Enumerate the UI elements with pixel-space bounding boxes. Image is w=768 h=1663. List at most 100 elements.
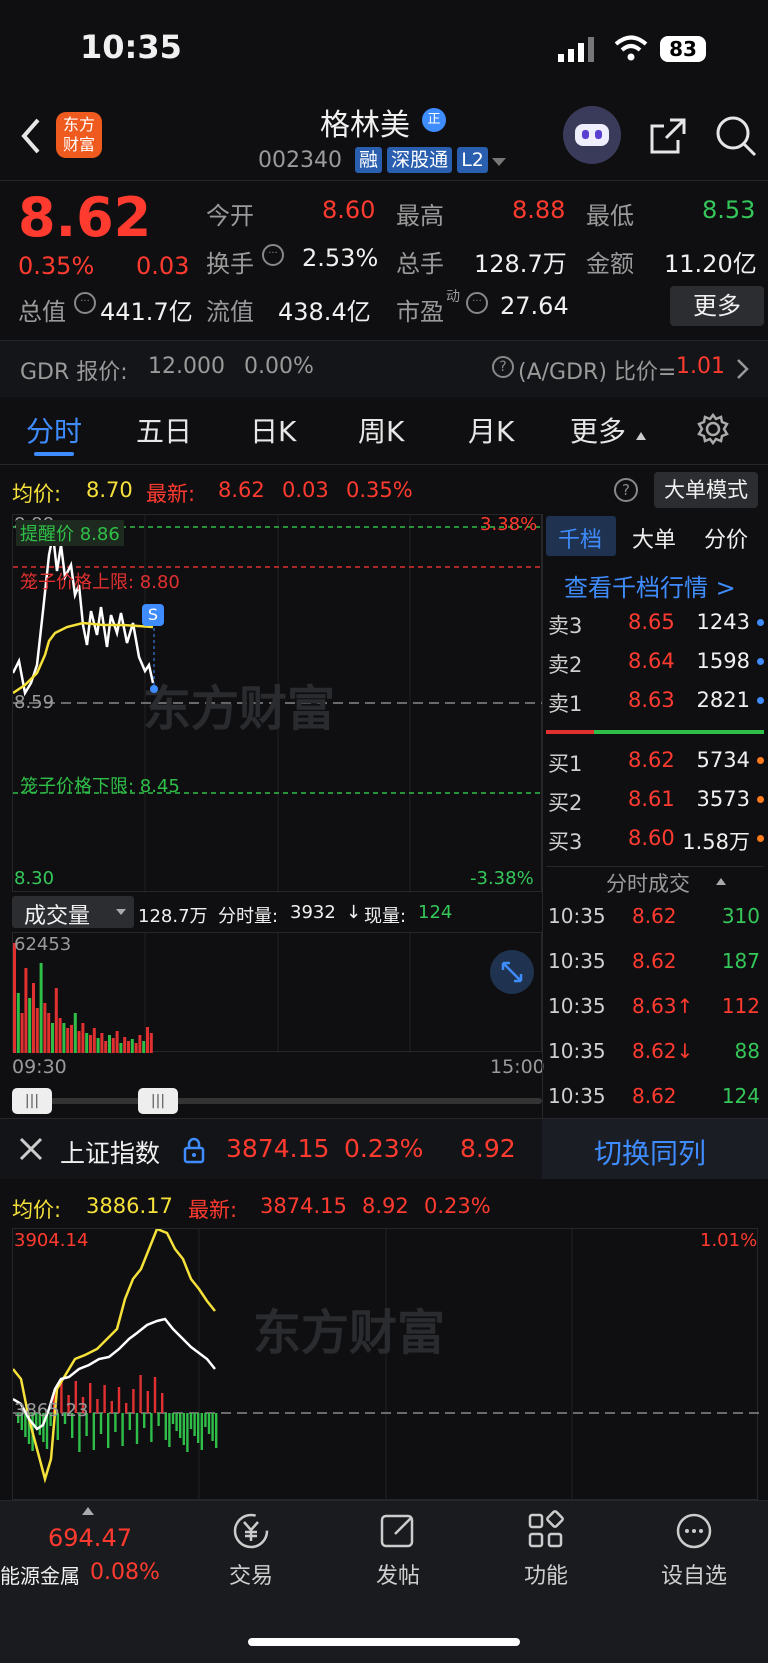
open-label: 今开	[206, 202, 254, 230]
tab-big-order[interactable]: 大单	[632, 522, 676, 554]
time-start: 09:30	[12, 1056, 67, 1078]
help-icon[interactable]: ?	[492, 356, 514, 378]
index-volume-bar	[207, 1413, 211, 1434]
range-handle-left[interactable]: |||	[12, 1088, 52, 1114]
volume-bar	[39, 963, 43, 1053]
nav-trade[interactable]: 交易	[181, 1510, 321, 1590]
index-name[interactable]: 上证指数	[60, 1134, 160, 1170]
bid-row[interactable]: 买3 8.60 1.58万	[548, 826, 764, 856]
info-icon[interactable]: ···	[74, 292, 96, 314]
info-icon[interactable]: ···	[466, 292, 488, 314]
help-icon[interactable]: ?	[614, 478, 638, 502]
volume-bar	[119, 1043, 123, 1053]
chevron-down-icon[interactable]	[492, 158, 506, 166]
tab-price-dist[interactable]: 分价	[704, 522, 748, 554]
volume-bar	[20, 1013, 24, 1053]
ticker-pct[interactable]: 0.08%	[90, 1560, 160, 1585]
index-volume-bar	[150, 1413, 153, 1442]
index-chart[interactable]: 东方财富	[12, 1227, 759, 1501]
volume-bar	[111, 1038, 115, 1053]
ticker-value[interactable]: 694.47	[48, 1524, 132, 1552]
pe-value: 27.64	[500, 292, 569, 320]
share-icon[interactable]	[648, 116, 688, 160]
info-icon[interactable]: ···	[262, 244, 284, 266]
index-avg-label: 均价:	[12, 1198, 62, 1222]
ticker-name[interactable]: 能源金属	[0, 1560, 80, 1589]
volume-bar	[149, 1033, 153, 1053]
volume-bar	[28, 998, 32, 1053]
expand-icon[interactable]	[490, 950, 534, 994]
bid-price: 8.62	[628, 748, 675, 772]
gear-icon[interactable]	[696, 412, 730, 450]
index-volume-bar	[171, 1413, 175, 1424]
index-volume-bar	[204, 1413, 207, 1427]
tick-price: 8.63↑	[632, 994, 694, 1018]
volume-bar	[43, 1003, 47, 1053]
chevron-right-icon[interactable]	[736, 358, 750, 384]
segment-vol-label: 分时量:	[218, 906, 279, 927]
ratio-bar-buy	[594, 730, 764, 734]
chart-watermark: 东方财富	[143, 681, 335, 737]
float-cap-label: 流值	[206, 298, 254, 326]
nav-add-watchlist[interactable]: 设自选	[624, 1510, 764, 1590]
switch-button-label[interactable]: 切换同列	[594, 1132, 706, 1172]
volume-bar	[81, 1023, 85, 1053]
ask-row[interactable]: 卖3 8.65 1243	[548, 610, 764, 640]
volume-bar	[92, 1028, 96, 1053]
back-icon[interactable]	[18, 116, 42, 160]
close-icon[interactable]	[18, 1136, 44, 1166]
ask-volume: 1243	[696, 610, 750, 634]
current-price: 8.62	[18, 186, 152, 249]
alert-price-label: 提醒价 8.86	[16, 520, 124, 546]
bid-row[interactable]: 买1 8.62 5734	[548, 748, 764, 778]
app-logo[interactable]: 东方财富	[56, 112, 102, 158]
range-handle-right[interactable]: |||	[138, 1088, 178, 1114]
search-icon[interactable]	[714, 114, 758, 162]
ticks-title: 分时成交	[606, 872, 690, 896]
index-volume-bar	[146, 1391, 149, 1413]
depth-link[interactable]: 查看千档行情 >	[564, 568, 736, 603]
caret-up-icon[interactable]	[716, 878, 726, 885]
volume-select[interactable]: 成交量	[12, 896, 134, 929]
index-volume-bar	[117, 1387, 121, 1413]
tick-row: 10:35 8.62 187	[548, 949, 764, 979]
bid-label: 买3	[548, 830, 583, 854]
tab-intraday[interactable]: 分时	[26, 410, 82, 450]
ask-row[interactable]: 卖1 8.63 2821	[548, 688, 764, 718]
float-cap-value: 438.4亿	[278, 298, 371, 326]
s-marker[interactable]: S	[142, 604, 164, 626]
volume-bar	[54, 988, 58, 1053]
volume-bar	[73, 1013, 77, 1053]
lock-icon[interactable]	[182, 1136, 206, 1168]
tab-daily-k[interactable]: 日K	[250, 410, 296, 450]
tab-more[interactable]: 更多	[570, 410, 626, 450]
volume-bar	[70, 1025, 73, 1053]
volume-bar	[138, 1035, 142, 1053]
caret-up-icon[interactable]	[82, 1507, 94, 1515]
index-volume-bar	[114, 1413, 117, 1432]
tab-five-day[interactable]: 五日	[136, 410, 192, 450]
range-track[interactable]	[12, 1098, 542, 1104]
ask-row[interactable]: 卖2 8.64 1598	[548, 649, 764, 679]
index-volume-bar	[161, 1393, 164, 1413]
nav-post[interactable]: 发帖	[328, 1510, 468, 1590]
tab-monthly-k[interactable]: 月K	[468, 410, 514, 450]
index-y-mid: 3865.23	[14, 1400, 89, 1421]
nav-functions[interactable]: 功能	[476, 1510, 616, 1590]
big-order-mode-button[interactable]: 大单模式	[654, 472, 758, 508]
tick-volume: 310	[721, 904, 760, 928]
battery-icon: 83	[660, 36, 706, 62]
mcap-label: 总值	[18, 298, 66, 326]
index-volume-bar	[96, 1399, 99, 1413]
gdr-pct: 0.00%	[244, 354, 314, 379]
robot-avatar-icon[interactable]	[563, 106, 621, 164]
volume-chart[interactable]	[12, 932, 542, 1053]
more-button[interactable]: 更多	[670, 286, 764, 326]
stock-code: 002340	[258, 148, 342, 173]
volume-bar	[58, 1018, 62, 1053]
tab-depth[interactable]: 千档	[558, 522, 602, 554]
bid-row[interactable]: 买2 8.61 3573	[548, 787, 764, 817]
index-avg: 3886.17	[86, 1194, 173, 1218]
tab-weekly-k[interactable]: 周K	[358, 410, 404, 450]
volume-total: 128.7万	[138, 906, 208, 927]
